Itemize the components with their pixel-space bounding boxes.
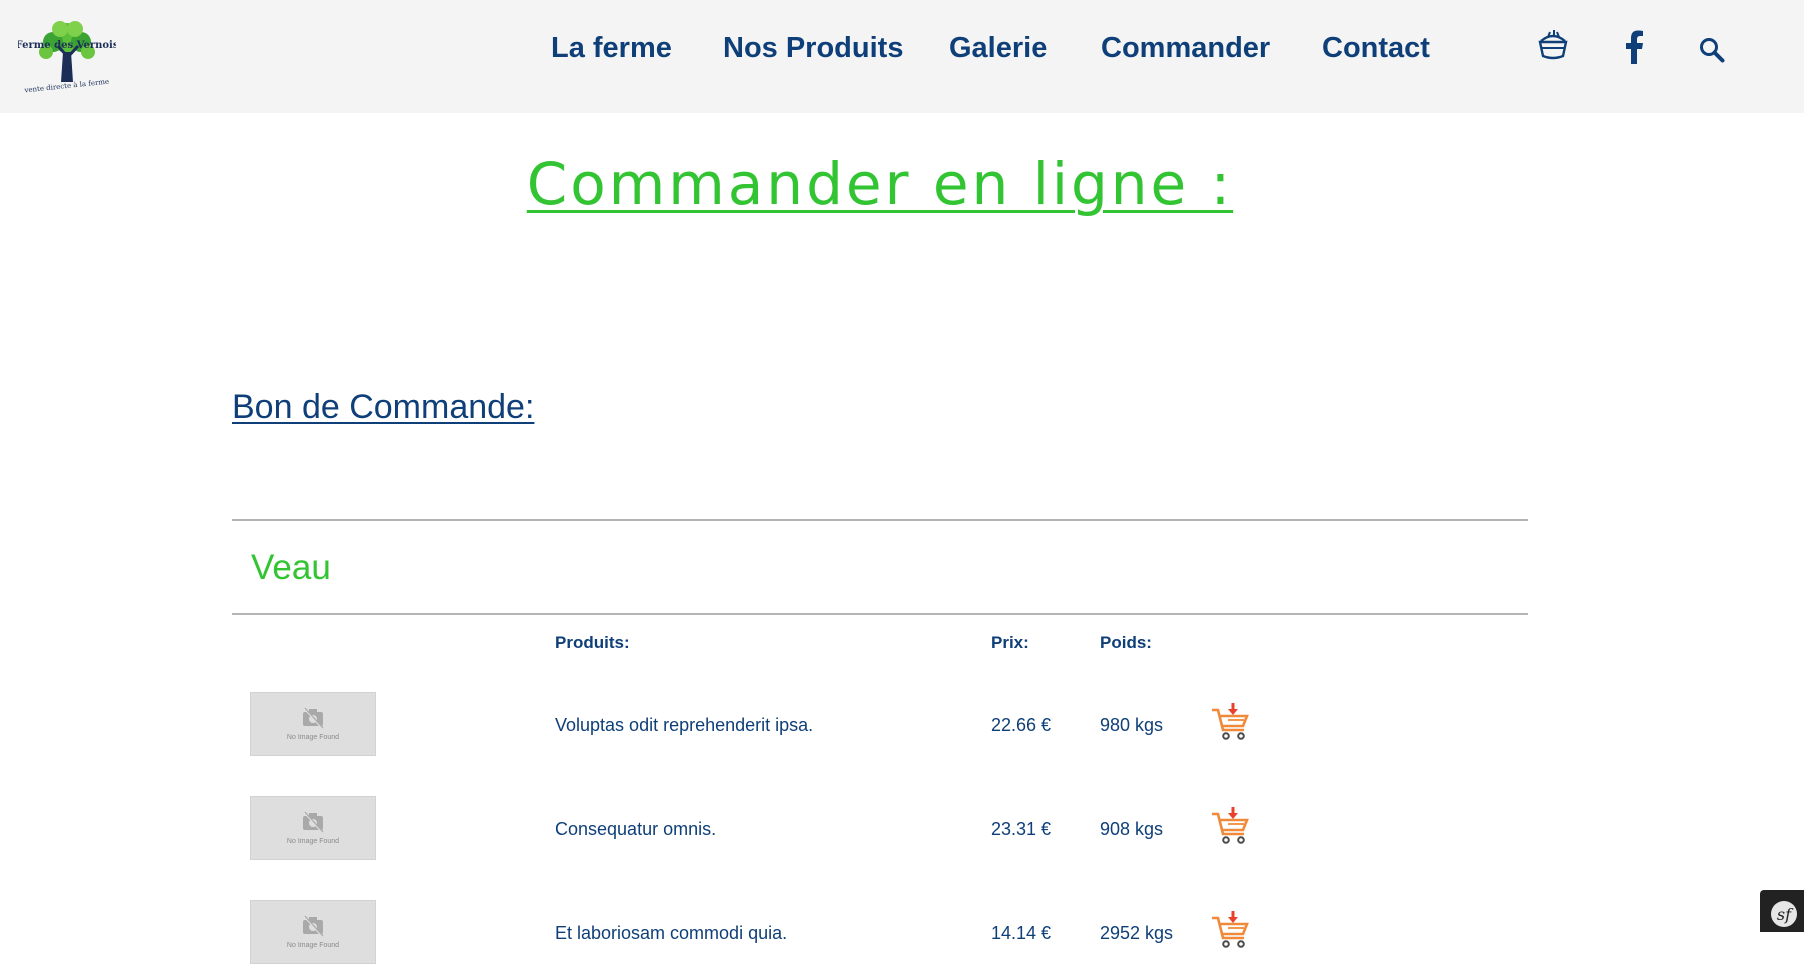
product-image-placeholder: No Image Found: [250, 692, 376, 756]
category-divider-top: [232, 519, 1528, 521]
product-price: 22.66 €: [991, 715, 1052, 735]
page-title: Commander en ligne :: [526, 150, 1234, 218]
search-icon[interactable]: [1699, 37, 1725, 63]
no-image-icon: [303, 915, 324, 937]
product-weight: 908 kgs: [1100, 819, 1164, 839]
table-row: No Image Found Et laboriosam commodi qui…: [0, 900, 1804, 972]
no-image-label: No Image Found: [286, 734, 340, 741]
symfony-icon: sf: [1771, 901, 1797, 927]
add-to-cart-icon[interactable]: [1210, 702, 1250, 742]
product-weight: 2952 kgs: [1100, 923, 1174, 943]
product-price: 23.31 €: [991, 819, 1052, 839]
site-header: Ferme des Vernois vente directe à la fer…: [0, 0, 1804, 113]
nav-nos-produits[interactable]: Nos Produits: [723, 32, 903, 65]
no-image-icon: [303, 811, 324, 833]
facebook-icon[interactable]: [1624, 30, 1644, 64]
column-header-price: Prix:: [991, 633, 1029, 652]
nav-commander[interactable]: Commander: [1101, 32, 1270, 65]
product-image-placeholder: No Image Found: [250, 796, 376, 860]
category-divider-bottom: [232, 613, 1528, 615]
product-name: Et laboriosam commodi quia.: [555, 923, 788, 943]
column-header-weight: Poids:: [1100, 633, 1152, 652]
symfony-toolbar-toggle[interactable]: sf: [1760, 890, 1804, 932]
add-to-cart-icon[interactable]: [1210, 910, 1250, 950]
product-image-placeholder: No Image Found: [250, 900, 376, 964]
product-price: 14.14 €: [991, 923, 1052, 943]
no-image-icon: [303, 707, 324, 729]
product-name: Voluptas odit reprehenderit ipsa.: [555, 715, 814, 735]
nav-contact[interactable]: Contact: [1322, 32, 1430, 65]
nav-galerie[interactable]: Galerie: [949, 32, 1047, 65]
category-heading: Veau: [251, 548, 331, 587]
product-name: Consequatur omnis.: [555, 819, 717, 839]
column-header-products: Produits:: [555, 633, 630, 652]
order-form-heading: Bon de Commande:: [232, 388, 535, 426]
product-weight: 980 kgs: [1100, 715, 1164, 735]
no-image-label: No Image Found: [286, 838, 340, 845]
main-nav: La ferme Nos Produits Galerie Commander …: [0, 0, 1804, 104]
add-to-cart-icon[interactable]: [1210, 806, 1250, 846]
basket-icon[interactable]: [1537, 27, 1569, 61]
nav-la-ferme[interactable]: La ferme: [551, 32, 672, 65]
table-row: No Image Found Consequatur omnis. 23.31 …: [0, 796, 1804, 868]
no-image-label: No Image Found: [286, 942, 340, 949]
table-row: No Image Found Voluptas odit reprehender…: [0, 692, 1804, 764]
